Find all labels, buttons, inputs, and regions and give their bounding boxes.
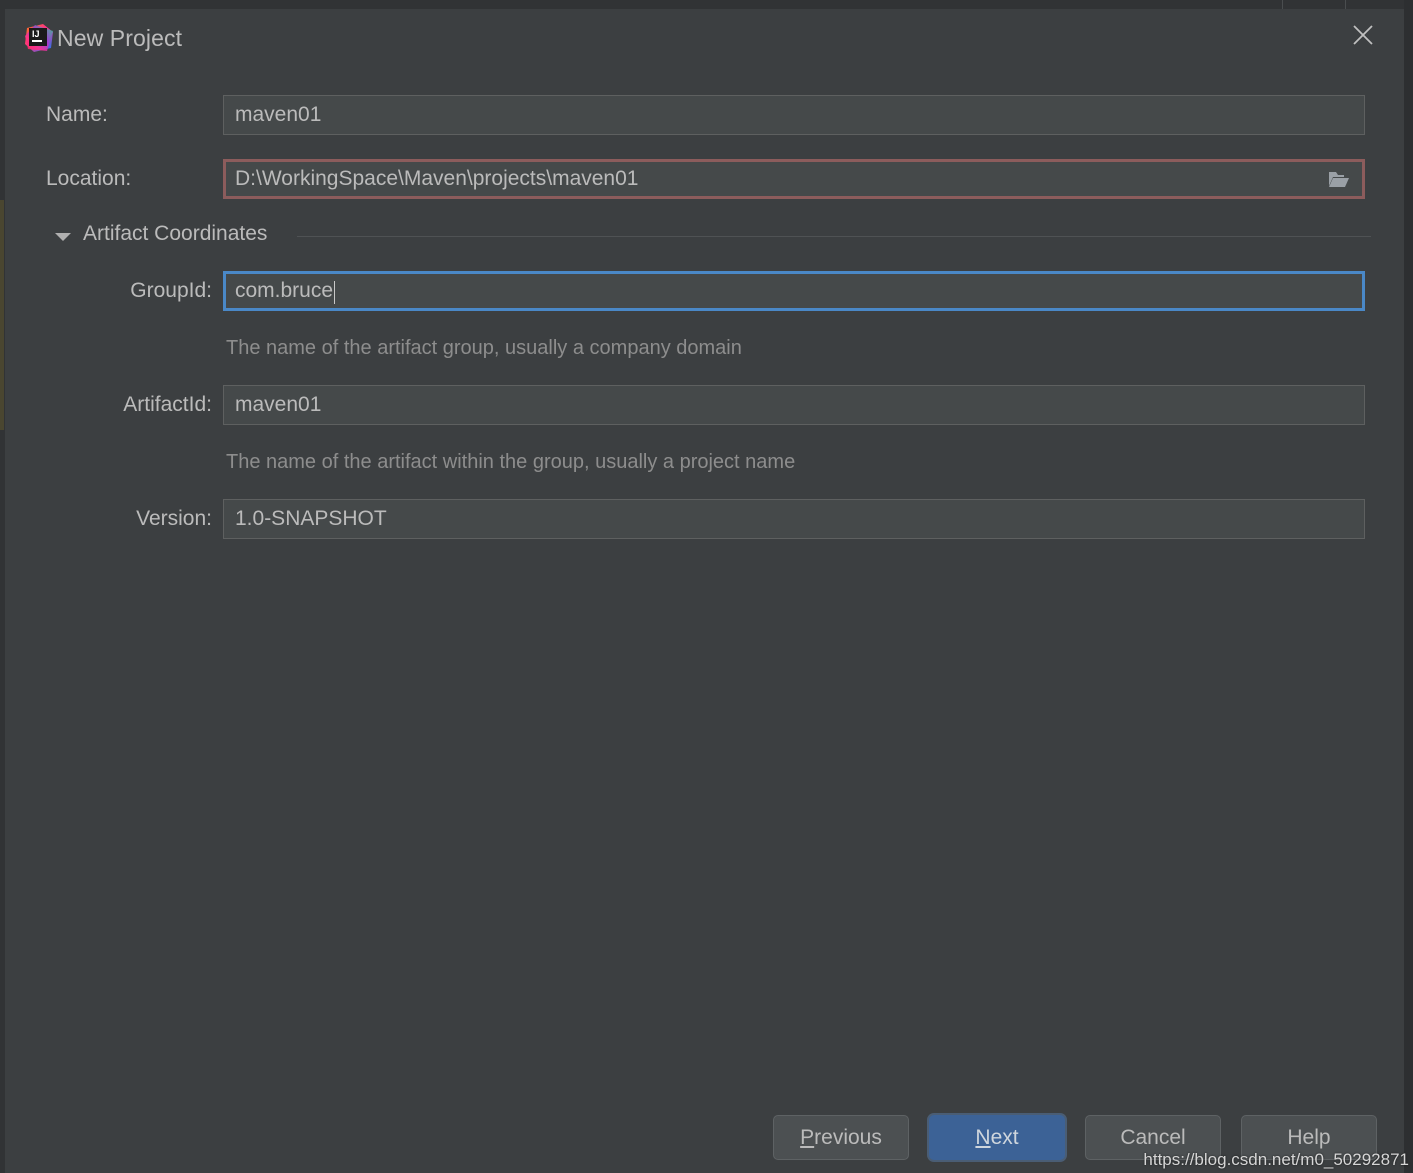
cancel-button-label: Cancel	[1120, 1125, 1186, 1149]
previous-button-label: Previous	[800, 1126, 882, 1150]
name-input-value: maven01	[235, 103, 322, 126]
location-input-value: D:\WorkingSpace\Maven\projects\maven01	[235, 167, 639, 190]
artifact-id-row: ArtifactId: maven01	[5, 385, 1404, 425]
background-window-left-strip	[0, 200, 4, 430]
help-button-label: Help	[1287, 1125, 1331, 1149]
svg-text:IJ: IJ	[32, 29, 40, 39]
artifact-coordinates-label: Artifact Coordinates	[83, 222, 268, 245]
version-row: Version: 1.0-SNAPSHOT	[5, 499, 1404, 539]
name-label: Name:	[46, 103, 108, 126]
group-id-input[interactable]: com.bruce	[223, 271, 1365, 311]
folder-open-icon[interactable]	[1328, 170, 1350, 188]
previous-button[interactable]: Previous	[773, 1115, 909, 1160]
version-input-value: 1.0-SNAPSHOT	[235, 507, 387, 530]
dialog-title-bar: IJ New Project	[5, 9, 1404, 67]
previous-rest: revious	[814, 1125, 882, 1149]
artifact-id-input[interactable]: maven01	[223, 385, 1365, 425]
artifact-id-input-value: maven01	[235, 393, 322, 416]
background-window-edge	[1282, 0, 1283, 9]
artifact-id-label: ArtifactId:	[123, 393, 212, 416]
next-rest: ext	[990, 1125, 1019, 1149]
close-button[interactable]	[1332, 9, 1394, 61]
name-input[interactable]: maven01	[223, 95, 1365, 135]
next-mnemonic: N	[975, 1125, 991, 1149]
group-id-input-value: com.bruce	[235, 279, 334, 302]
watermark: https://blog.csdn.net/m0_50292871	[1143, 1150, 1409, 1169]
chevron-down-icon[interactable]	[55, 233, 71, 241]
previous-mnemonic: P	[800, 1125, 815, 1149]
group-id-row: GroupId: com.bruce	[5, 271, 1404, 311]
group-id-label: GroupId:	[130, 279, 212, 302]
version-input[interactable]: 1.0-SNAPSHOT	[223, 499, 1365, 539]
background-window-edge	[1345, 0, 1346, 9]
text-caret	[334, 280, 336, 304]
new-project-dialog: IJ New Project Name: maven01 Location: D…	[5, 9, 1404, 1173]
next-button[interactable]: Next	[929, 1115, 1065, 1160]
location-label: Location:	[46, 167, 132, 190]
group-id-hint: The name of the artifact group, usually …	[226, 337, 742, 359]
section-divider	[297, 236, 1371, 237]
artifact-coordinates-section-header[interactable]: Artifact Coordinates	[5, 222, 1404, 252]
version-label: Version:	[136, 507, 212, 530]
intellij-idea-logo-icon: IJ	[23, 22, 55, 54]
dialog-title: New Project	[57, 25, 183, 51]
background-window-right-strip	[1404, 0, 1413, 1173]
location-row: Location: D:\WorkingSpace\Maven\projects…	[5, 159, 1404, 199]
name-row: Name: maven01	[5, 95, 1404, 135]
close-icon	[1351, 23, 1375, 47]
location-input[interactable]: D:\WorkingSpace\Maven\projects\maven01	[223, 159, 1365, 199]
next-button-label: Next	[975, 1126, 1018, 1150]
artifact-id-hint: The name of the artifact within the grou…	[226, 451, 796, 473]
